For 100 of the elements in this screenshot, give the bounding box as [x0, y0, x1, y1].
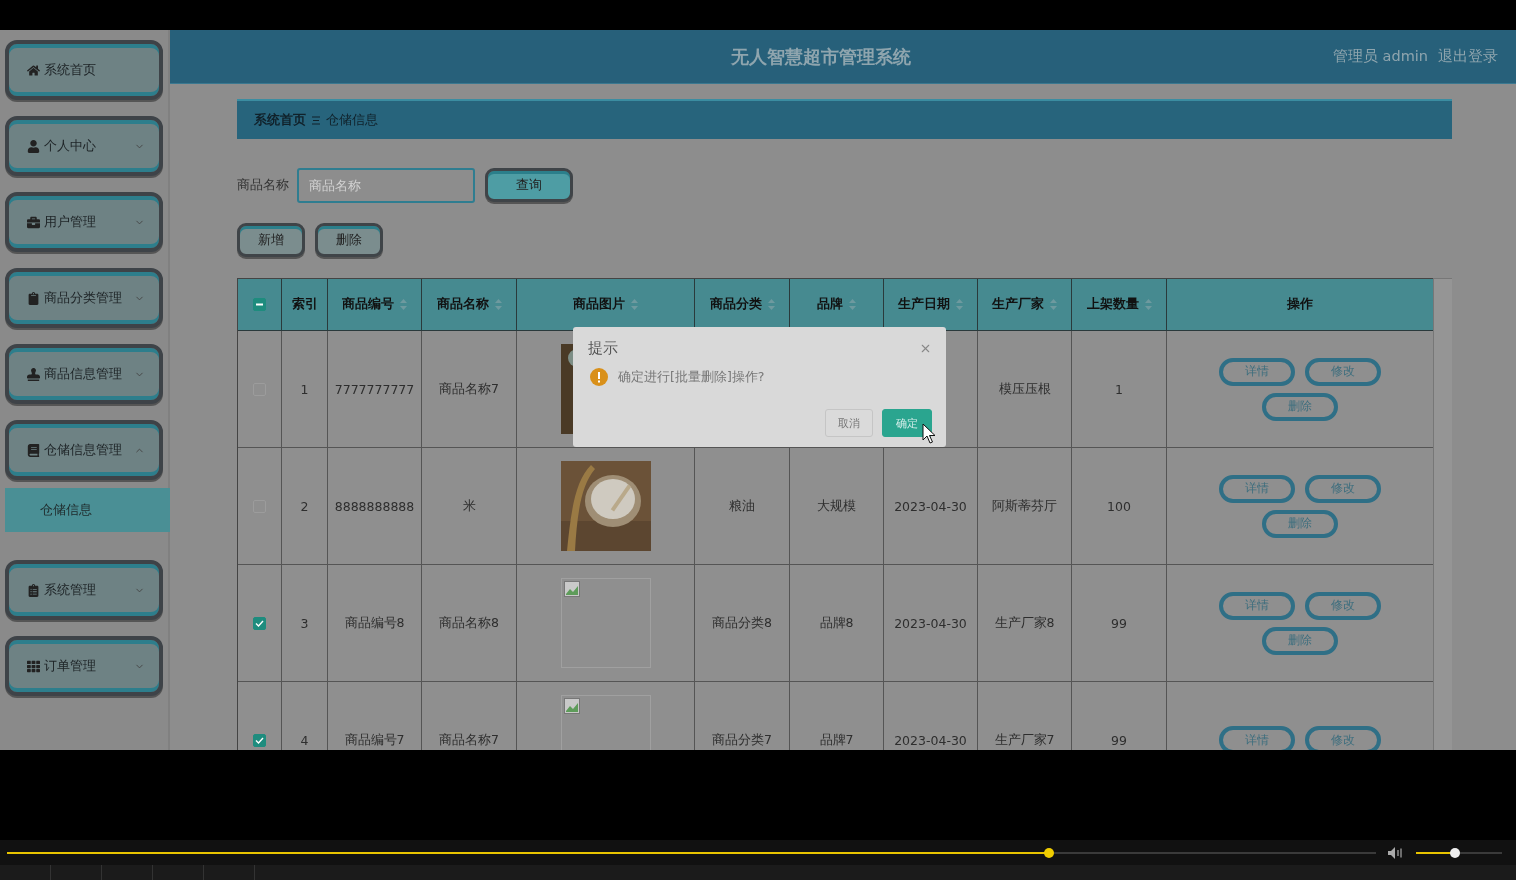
clipboard-icon	[27, 291, 40, 305]
table-cell: 米	[462, 497, 476, 515]
row-checkbox[interactable]	[253, 616, 266, 630]
table-cell: 99	[1111, 615, 1127, 631]
search-field[interactable]: 商品名称	[297, 167, 475, 203]
home-icon	[27, 63, 40, 77]
table-cell: 2	[300, 498, 309, 514]
cursor-icon	[922, 423, 936, 445]
edit-button[interactable]: 修改	[1305, 357, 1381, 386]
table-cell: 4	[300, 732, 309, 748]
menu-item[interactable]: 个人中心	[5, 116, 163, 176]
stamp-icon	[27, 367, 40, 381]
table-cell: 生产厂家7	[994, 731, 1055, 749]
sort-icon[interactable]	[1144, 299, 1152, 310]
menu-item[interactable]: 商品分类管理	[5, 268, 163, 328]
breadcrumb-item: 仓储信息	[326, 111, 378, 129]
column-header: 商品图片	[573, 296, 625, 313]
table-cell: 模压压根	[998, 380, 1051, 398]
broken-image-icon	[563, 581, 580, 597]
column-header: 商品名称	[436, 296, 489, 313]
edit-button[interactable]: 修改	[1305, 591, 1381, 620]
book-icon	[27, 443, 40, 457]
grid-icon	[27, 659, 40, 673]
broken-image-icon	[563, 698, 580, 714]
sort-icon[interactable]	[767, 299, 775, 310]
table-cell: 阿斯蒂芬厅	[992, 497, 1057, 515]
column-header: 操作	[1287, 296, 1313, 313]
detail-button[interactable]: 详情	[1219, 357, 1295, 386]
table-cell: 1	[300, 381, 309, 397]
table-cell: 商品编号7	[344, 731, 405, 749]
dialog-message: 确定进行[批量删除]操作?	[618, 368, 765, 386]
menu-item[interactable]: 仓储信息管理	[5, 420, 163, 480]
column-header: 商品分类	[709, 296, 762, 313]
table-cell: 大规模	[817, 497, 856, 515]
column-header: 生产厂家	[992, 296, 1044, 313]
table-cell: 商品编号8	[344, 614, 405, 632]
edit-button[interactable]: 修改	[1305, 474, 1381, 503]
table-cell: 商品名称7	[439, 380, 499, 398]
table-cell: 7777777777	[334, 381, 415, 397]
delete-button[interactable]: 删除	[1262, 626, 1338, 655]
table-cell: 8888888888	[334, 498, 415, 514]
volume-icon[interactable]	[1388, 846, 1404, 859]
delete-button[interactable]: 删除	[1262, 392, 1338, 421]
sort-icon[interactable]	[631, 299, 638, 310]
table-cell: 2023-04-30	[894, 615, 967, 631]
table-cell: 品牌7	[819, 731, 854, 749]
confirm-button[interactable]: 确定	[882, 409, 932, 437]
separator-icon	[312, 115, 320, 125]
table-cell: 商品名称7	[439, 731, 499, 749]
briefcase-icon	[27, 215, 40, 229]
row-checkbox[interactable]	[253, 733, 266, 747]
table-cell: 商品名称8	[439, 614, 499, 632]
table-cell: 粮油	[729, 497, 755, 515]
user-label: 管理员 admin	[1332, 47, 1428, 66]
menu-item[interactable]: 商品信息管理	[5, 344, 163, 404]
progress-thumb[interactable]	[1043, 847, 1054, 858]
menu-item[interactable]: 系统管理	[5, 560, 163, 620]
table-cell: 品牌8	[819, 614, 854, 632]
detail-button[interactable]: 详情	[1219, 474, 1295, 503]
sort-icon[interactable]	[849, 299, 856, 310]
delete-button[interactable]: 删除	[315, 223, 383, 257]
table-cell: 99	[1111, 732, 1127, 748]
detail-button[interactable]: 详情	[1219, 591, 1295, 620]
sort-icon[interactable]	[400, 299, 407, 310]
table-cell: 生产厂家8	[994, 614, 1055, 632]
logout-link[interactable]: 退出登录	[1438, 47, 1498, 66]
breadcrumb-item[interactable]: 系统首页	[254, 111, 306, 129]
menu-item[interactable]: 用户管理	[5, 192, 163, 252]
table-cell: 3	[300, 615, 309, 631]
table-cell: 100	[1107, 498, 1131, 514]
dialog-title: 提示	[588, 339, 618, 358]
table-cell: 1	[1115, 381, 1123, 397]
column-header: 生产日期	[898, 296, 950, 313]
edit-button[interactable]: 修改	[1305, 726, 1381, 750]
column-header: 品牌	[817, 296, 843, 313]
query-button[interactable]: 查询	[485, 168, 573, 202]
submenu-item[interactable]: 仓储信息	[5, 488, 170, 532]
add-button[interactable]: 新增	[237, 223, 305, 257]
volume-thumb[interactable]	[1449, 847, 1460, 858]
clipboard-icon	[27, 583, 40, 597]
sort-icon[interactable]	[494, 299, 502, 310]
detail-button[interactable]: 详情	[1219, 726, 1295, 750]
delete-button[interactable]: 删除	[1262, 509, 1338, 538]
app-title: 无人智慧超市管理系统	[730, 44, 913, 69]
sort-icon[interactable]	[1050, 299, 1057, 310]
menu-item[interactable]: 系统首页	[5, 40, 163, 100]
column-header: 索引	[291, 296, 318, 313]
cancel-button[interactable]: 取消	[825, 409, 873, 437]
user-icon	[27, 139, 40, 153]
select-all-checkbox[interactable]	[253, 298, 266, 311]
close-icon[interactable]	[919, 342, 932, 355]
sort-icon[interactable]	[956, 299, 963, 310]
column-header: 上架数量	[1086, 296, 1139, 313]
column-header: 商品编号	[342, 296, 394, 313]
search-label: 商品名称	[237, 176, 289, 194]
menu-item[interactable]: 订单管理	[5, 636, 163, 696]
table-cell: 2023-04-30	[894, 732, 967, 748]
warning-icon	[590, 368, 608, 386]
table-cell: 2023-04-30	[894, 498, 967, 514]
table-cell: 商品分类7	[712, 731, 772, 749]
